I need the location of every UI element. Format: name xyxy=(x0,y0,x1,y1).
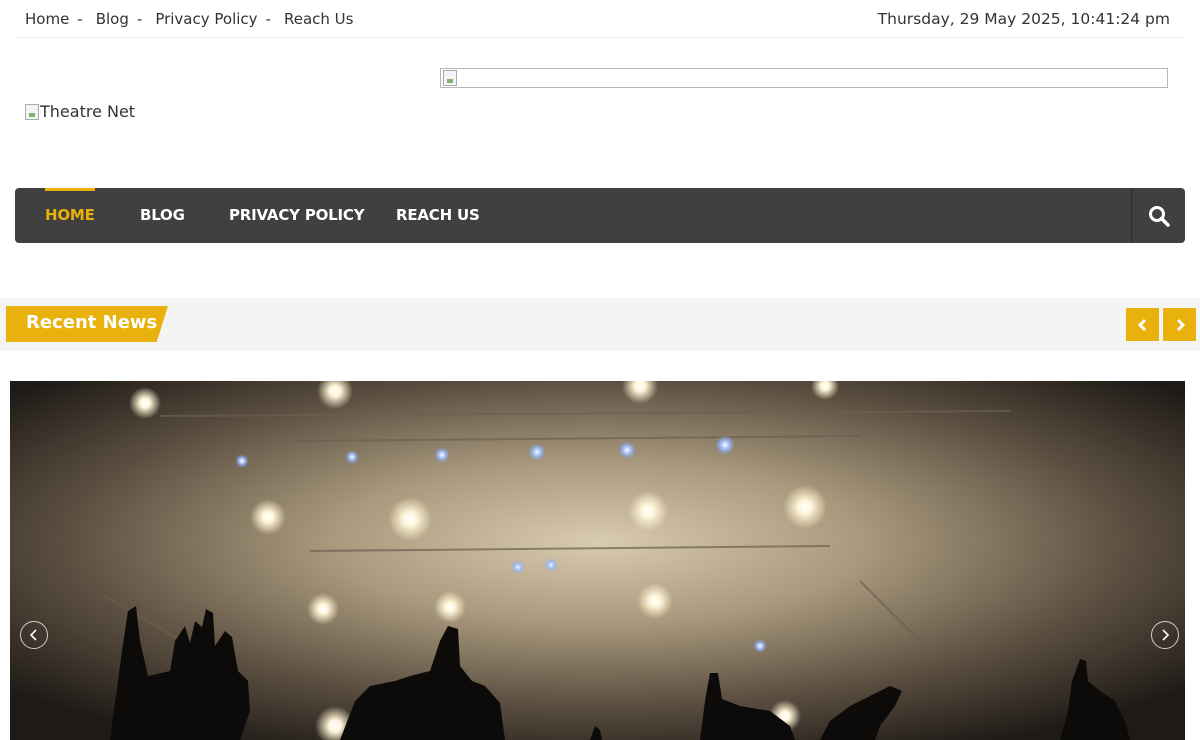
top-link-reach-us[interactable]: Reach Us xyxy=(284,10,354,28)
current-datetime: Thursday, 29 May 2025, 10:41:24 pm xyxy=(877,10,1170,28)
top-link-privacy-policy[interactable]: Privacy Policy xyxy=(155,10,257,28)
news-next-button[interactable] xyxy=(1163,308,1196,341)
nav-item-reach-us[interactable]: REACH US xyxy=(396,188,480,243)
top-link-home[interactable]: Home xyxy=(25,10,69,28)
search-icon xyxy=(1148,205,1170,227)
recent-news-bar: Recent News xyxy=(0,298,1200,351)
featured-slider xyxy=(10,381,1185,740)
logo-alt-text: Theatre Net xyxy=(40,102,136,121)
separator: - xyxy=(77,10,83,28)
top-bar: Home - Blog - Privacy Policy - Reach Us … xyxy=(15,0,1185,38)
broken-image-icon xyxy=(443,70,457,86)
slider-next-button[interactable] xyxy=(1151,621,1179,649)
recent-news-title: Recent News xyxy=(26,312,158,333)
top-links: Home - Blog - Privacy Policy - Reach Us xyxy=(25,10,353,28)
circle-chevron-left-icon xyxy=(29,629,37,641)
slider-prev-button[interactable] xyxy=(20,621,48,649)
header-banner-image[interactable] xyxy=(440,68,1168,88)
slide-image xyxy=(10,381,1185,740)
news-prev-button[interactable] xyxy=(1126,308,1159,341)
separator: - xyxy=(136,10,143,28)
nav-item-blog[interactable]: BLOG xyxy=(140,188,185,243)
recent-news-label: Recent News xyxy=(6,306,168,342)
chevron-left-icon xyxy=(1137,318,1146,331)
separator: - xyxy=(265,10,271,28)
chevron-right-icon xyxy=(1176,318,1185,331)
circle-chevron-right-icon xyxy=(1162,629,1170,641)
top-link-blog[interactable]: Blog xyxy=(96,10,129,28)
broken-image-icon xyxy=(25,103,39,120)
nav-item-privacy-policy[interactable]: PRIVACY POLICY xyxy=(229,188,365,243)
main-navigation: HOME BLOG PRIVACY POLICY REACH US xyxy=(15,188,1185,243)
search-button[interactable] xyxy=(1131,188,1185,243)
nav-item-home[interactable]: HOME xyxy=(45,188,95,243)
site-logo[interactable]: Theatre Net xyxy=(25,102,135,121)
